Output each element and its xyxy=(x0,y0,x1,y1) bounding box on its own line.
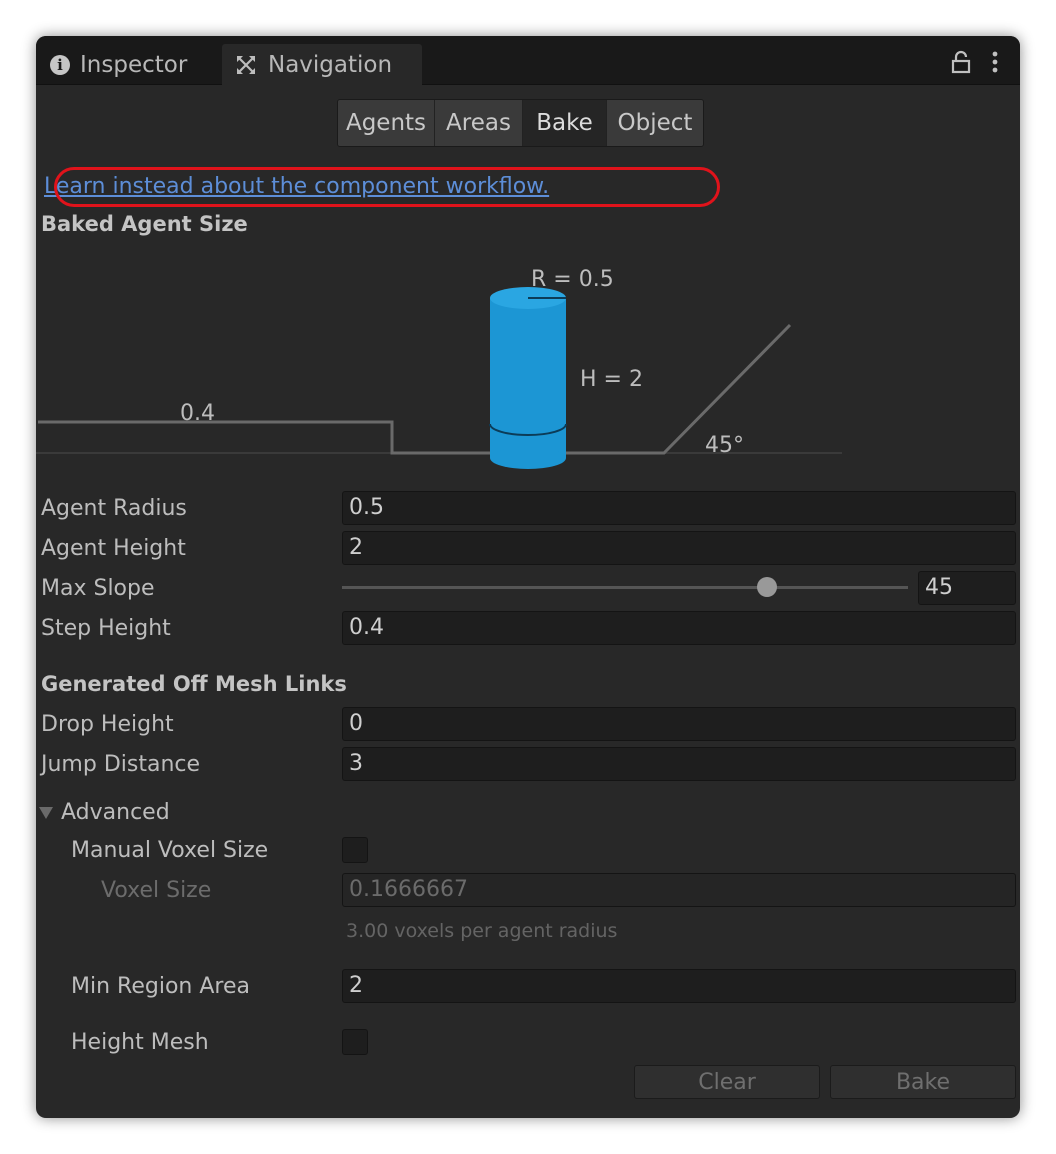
baked-agent-size-title: Baked Agent Size xyxy=(41,212,248,236)
agent-height-field[interactable]: 2 xyxy=(342,531,1016,565)
manual-voxel-size-label: Manual Voxel Size xyxy=(71,838,269,863)
tab-areas[interactable]: Areas xyxy=(435,100,523,146)
slope-label: 45° xyxy=(705,433,744,458)
max-slope-field[interactable]: 45 xyxy=(918,571,1016,605)
tab-inspector[interactable]: i Inspector xyxy=(50,46,187,84)
navigation-toolbar: Agents Areas Bake Object xyxy=(337,99,704,147)
agent-radius-label: Agent Radius xyxy=(41,496,187,521)
step-label: 0.4 xyxy=(180,401,215,426)
max-slope-slider-track[interactable] xyxy=(342,586,908,589)
voxel-size-field: 0.1666667 xyxy=(342,873,1016,907)
step-height-label: Step Height xyxy=(41,616,171,641)
height-label: H = 2 xyxy=(580,367,643,392)
navigation-window: i Inspector Navigation Agents Areas Bake… xyxy=(36,36,1020,1118)
foldout-arrow-icon[interactable] xyxy=(38,806,54,820)
highlight-annotation xyxy=(54,167,720,207)
min-region-area-field[interactable]: 2 xyxy=(342,969,1016,1003)
off-mesh-links-title: Generated Off Mesh Links xyxy=(41,672,347,696)
tab-bake[interactable]: Bake xyxy=(523,100,607,146)
drop-height-field[interactable]: 0 xyxy=(342,707,1016,741)
clear-button[interactable]: Clear xyxy=(634,1065,820,1099)
max-slope-slider-thumb[interactable] xyxy=(756,577,777,597)
height-mesh-label: Height Mesh xyxy=(71,1030,209,1055)
tab-bar: i Inspector Navigation xyxy=(36,36,1020,85)
max-slope-label: Max Slope xyxy=(41,576,155,601)
drop-height-label: Drop Height xyxy=(41,712,174,737)
agent-radius-field[interactable]: 0.5 xyxy=(342,491,1016,525)
advanced-foldout[interactable]: Advanced xyxy=(61,800,170,825)
tab-object[interactable]: Object xyxy=(607,100,703,146)
voxel-size-label: Voxel Size xyxy=(101,878,212,903)
info-icon: i xyxy=(50,55,70,75)
tab-navigation-label: Navigation xyxy=(268,51,393,78)
bake-button[interactable]: Bake xyxy=(830,1065,1016,1099)
height-mesh-checkbox[interactable] xyxy=(342,1029,368,1055)
jump-distance-label: Jump Distance xyxy=(41,752,201,777)
radius-label: R = 0.5 xyxy=(531,267,614,292)
jump-distance-field[interactable]: 3 xyxy=(342,747,1016,781)
voxel-hint: 3.00 voxels per agent radius xyxy=(346,920,618,942)
tab-agents[interactable]: Agents xyxy=(338,100,435,146)
tab-navigation[interactable]: Navigation xyxy=(222,44,422,85)
more-options-icon[interactable] xyxy=(986,50,1004,74)
manual-voxel-size-checkbox[interactable] xyxy=(342,837,368,863)
min-region-area-label: Min Region Area xyxy=(71,974,250,999)
agent-height-label: Agent Height xyxy=(41,536,186,561)
navigation-icon xyxy=(237,55,255,74)
agent-size-diagram: R = 0.5 H = 2 0.4 45° xyxy=(36,267,842,469)
step-height-field[interactable]: 0.4 xyxy=(342,611,1016,645)
lock-icon[interactable] xyxy=(950,50,972,74)
tab-inspector-label: Inspector xyxy=(80,52,188,78)
